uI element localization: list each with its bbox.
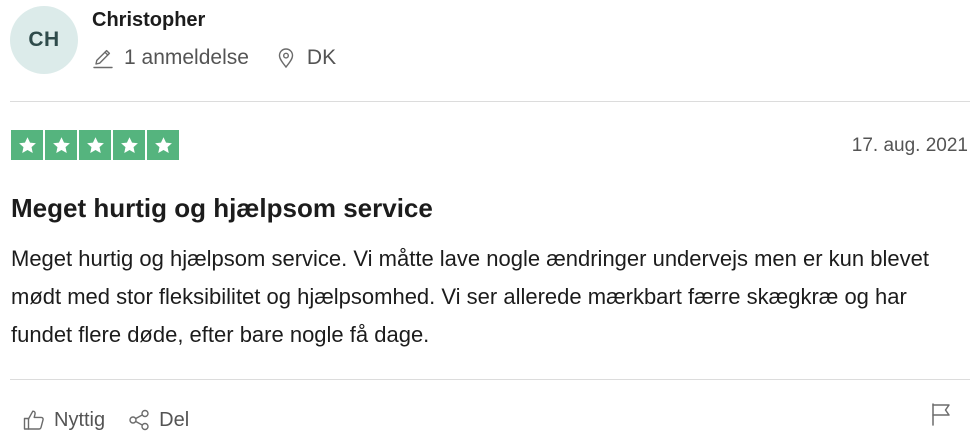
star-icon bbox=[79, 130, 111, 160]
star-icon bbox=[147, 130, 179, 160]
reviewer-country: DK bbox=[275, 46, 336, 70]
pencil-icon bbox=[92, 47, 114, 69]
reviewer-meta: 1 anmeldelse DK bbox=[92, 46, 336, 70]
review-title[interactable]: Meget hurtig og hjælpsom service bbox=[11, 193, 433, 224]
review-count-label: 1 anmeldelse bbox=[124, 46, 249, 69]
star-rating bbox=[11, 130, 179, 160]
review-actions: Nyttig Del bbox=[22, 408, 189, 432]
thumbs-up-icon bbox=[22, 408, 46, 432]
star-icon bbox=[113, 130, 145, 160]
review-count: 1 anmeldelse bbox=[92, 46, 249, 70]
location-pin-icon bbox=[275, 47, 297, 69]
review-date: 17. aug. 2021 bbox=[851, 135, 968, 156]
share-button[interactable]: Del bbox=[127, 408, 189, 432]
reviewer-name[interactable]: Christopher bbox=[92, 9, 205, 32]
review-card: CH Christopher 1 anmeldelse DK 17. aug. … bbox=[0, 0, 980, 443]
useful-label: Nyttig bbox=[54, 408, 106, 431]
avatar[interactable]: CH bbox=[10, 6, 78, 74]
useful-button[interactable]: Nyttig bbox=[22, 408, 105, 432]
divider bbox=[10, 101, 970, 102]
star-icon bbox=[45, 130, 77, 160]
country-label: DK bbox=[306, 46, 337, 69]
star-icon bbox=[11, 130, 43, 160]
flag-icon bbox=[932, 403, 950, 426]
share-icon bbox=[127, 408, 151, 432]
divider bbox=[10, 379, 970, 380]
share-label: Del bbox=[159, 408, 190, 431]
report-flag-button[interactable] bbox=[930, 402, 952, 426]
review-body: Meget hurtig og hjælpsom service. Vi måt… bbox=[11, 246, 929, 347]
